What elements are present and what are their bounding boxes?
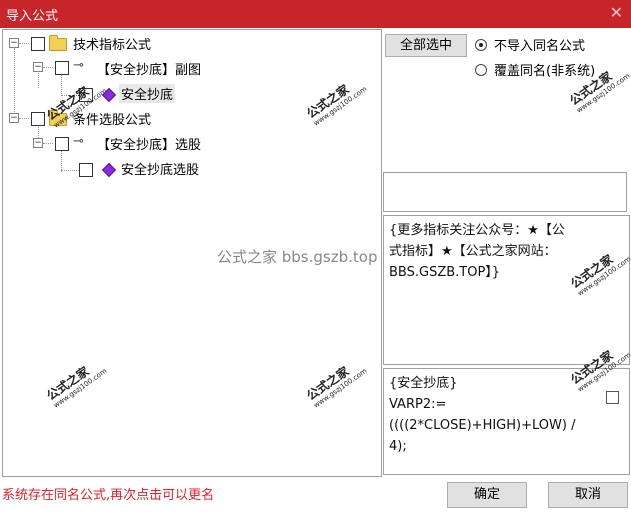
ok-button[interactable]: 确定 xyxy=(447,482,527,508)
folder-icon xyxy=(49,110,67,126)
watermark-brand: 公式之家 xyxy=(304,364,352,404)
tree-connector xyxy=(19,43,29,44)
code-line: 4); xyxy=(389,439,407,454)
watermark: 公式之家 www.gszj100.com xyxy=(567,242,631,298)
tree-connector xyxy=(19,118,29,119)
info-line: BBS.GSZB.TOP】} xyxy=(389,265,501,280)
folder-icon xyxy=(49,35,67,51)
formula-tree: − 技术指标公式 − ⊸ 【安全抄底】副图 安全抄底 − 条件选股公式 − ⊸ … xyxy=(2,29,382,477)
watermark-url: www.gszj100.com xyxy=(52,366,109,410)
status-message: 系统存在同名公式,再次点击可以更名 xyxy=(2,488,215,503)
collapse-toggle[interactable]: − xyxy=(33,138,43,148)
checkbox[interactable] xyxy=(79,163,93,177)
code-line: {安全抄底} xyxy=(389,376,458,391)
watermark-url: www.gszj100.com xyxy=(576,254,631,298)
window-title: 导入公式 xyxy=(6,9,59,24)
watermark-brand: 公式之家 xyxy=(44,364,92,404)
tree-connector xyxy=(61,95,79,96)
info-line: 式指标】★【公式之家网站： xyxy=(389,244,557,259)
watermark-url: www.gszj100.com xyxy=(312,366,369,410)
collapse-toggle[interactable]: − xyxy=(33,62,43,72)
watermark: 公式之家 www.gszj100.com xyxy=(43,354,108,410)
radio-skip[interactable] xyxy=(475,39,487,51)
tree-connector xyxy=(43,143,53,144)
tree-connector xyxy=(61,148,62,172)
radio-skip-label[interactable]: 不导入同名公式 xyxy=(494,35,585,54)
collapse-toggle[interactable]: − xyxy=(9,113,19,123)
watermark: 公式之家 www.gszj100.com xyxy=(303,72,368,128)
checkbox[interactable] xyxy=(55,137,69,151)
code-line: ((((2*CLOSE)+HIGH)+LOW) / xyxy=(389,418,576,433)
watermark-url: www.gszj100.com xyxy=(312,84,369,128)
checkbox[interactable] xyxy=(79,88,93,102)
info-line: {更多指标关注公众号：★【公 xyxy=(389,223,565,238)
radio-overwrite[interactable] xyxy=(475,64,487,76)
tree-item-label[interactable]: 技术指标公式 xyxy=(73,34,151,53)
tree-item-label[interactable]: 【安全抄底】选股 xyxy=(97,134,201,153)
checkbox[interactable] xyxy=(31,112,45,126)
tree-item-label[interactable]: 安全抄底 xyxy=(119,84,176,103)
formula-code-panel: {安全抄底} VARP2:= ((((2*CLOSE)+HIGH)+LOW) /… xyxy=(383,348,631,475)
watermark: 公式之家 www.gszj100.com xyxy=(303,354,368,410)
checkbox[interactable] xyxy=(31,37,45,51)
info-panel: {更多指标关注公众号：★【公 式指标】★【公式之家网站： BBS.GSZB.TO… xyxy=(383,215,631,365)
tree-connector xyxy=(14,48,15,118)
cancel-button[interactable]: 取消 xyxy=(548,482,628,508)
radio-overwrite-label[interactable]: 覆盖同名(非系统) xyxy=(494,60,595,79)
tree-connector xyxy=(61,72,62,96)
tree-item-label[interactable]: 【安全抄底】副图 xyxy=(97,59,201,78)
option-checkbox[interactable] xyxy=(606,391,619,404)
watermark-brand: 公式之家 xyxy=(304,82,352,122)
tree-item-label[interactable]: 安全抄底选股 xyxy=(121,159,199,178)
empty-field xyxy=(383,172,627,212)
close-icon[interactable]: ✕ xyxy=(610,3,623,22)
code-line: VARP2:= xyxy=(389,397,447,412)
tree-connector xyxy=(61,170,79,171)
checkbox[interactable] xyxy=(55,61,69,75)
gem-icon xyxy=(101,162,117,178)
select-all-button[interactable]: 全部选中 xyxy=(385,34,467,57)
gem-icon xyxy=(101,87,117,103)
key-icon: ⊸ xyxy=(73,58,84,73)
collapse-toggle[interactable]: − xyxy=(9,38,19,48)
tree-connector xyxy=(43,67,53,68)
key-icon: ⊸ xyxy=(73,134,84,149)
tree-item-label[interactable]: 条件选股公式 xyxy=(73,109,151,128)
title-bar: 导入公式 ✕ xyxy=(0,0,631,28)
watermark-brand: 公式之家 xyxy=(568,252,616,292)
